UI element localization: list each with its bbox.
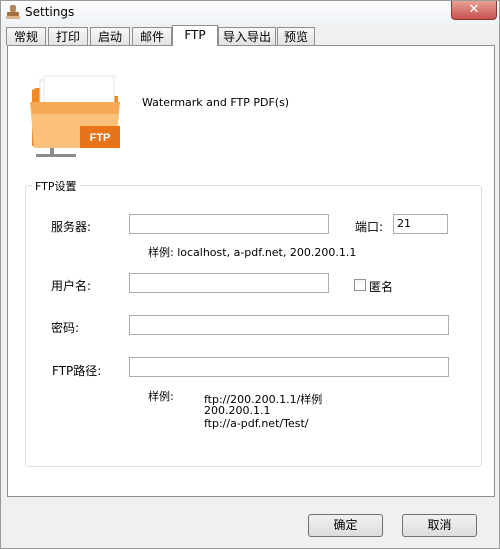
settings-window: Settings ✕ 常规 打印 启动 邮件 FTP 导入导出 预览 FTP W… bbox=[0, 0, 500, 549]
username-label: 用户名: bbox=[51, 279, 92, 293]
ftp-path-label: FTP路径: bbox=[52, 364, 102, 378]
password-label: 密码: bbox=[51, 321, 80, 335]
group-legend: FTP设置 bbox=[32, 178, 80, 194]
app-stamp-icon bbox=[6, 5, 20, 19]
cancel-button[interactable]: 取消 bbox=[402, 514, 477, 537]
title-bar[interactable]: Settings ✕ bbox=[1, 1, 499, 25]
header-description: Watermark and FTP PDF(s) bbox=[142, 96, 290, 109]
username-input[interactable] bbox=[129, 273, 329, 293]
ftp-path-input[interactable] bbox=[129, 357, 449, 377]
ftp-settings-group: FTP设置 服务器: 端口: 21 样例: localhost, a-pdf.n… bbox=[25, 178, 482, 467]
tab-import-export[interactable]: 导入导出 bbox=[218, 27, 276, 45]
tab-startup[interactable]: 启动 bbox=[90, 27, 130, 45]
close-button[interactable]: ✕ bbox=[451, 1, 497, 20]
port-label: 端口: bbox=[355, 220, 384, 234]
tab-preview[interactable]: 预览 bbox=[277, 27, 315, 45]
tab-general[interactable]: 常规 bbox=[6, 27, 46, 45]
tab-mail[interactable]: 邮件 bbox=[132, 27, 172, 45]
path-example-label: 样例: bbox=[148, 390, 174, 403]
ftp-badge-text: FTP bbox=[90, 132, 111, 144]
password-input[interactable] bbox=[129, 315, 449, 335]
tab-ftp[interactable]: FTP bbox=[172, 25, 218, 46]
ftp-folder-icon: FTP bbox=[30, 75, 120, 157]
anonymous-label[interactable]: 匿名 bbox=[369, 278, 393, 295]
server-example: 样例: localhost, a-pdf.net, 200.200.1.1 bbox=[148, 246, 357, 259]
window-title: Settings bbox=[25, 5, 75, 19]
server-label: 服务器: bbox=[51, 220, 92, 234]
path-example-line: 200.200.1.1 bbox=[204, 404, 271, 417]
anonymous-checkbox[interactable] bbox=[354, 279, 366, 291]
tab-print[interactable]: 打印 bbox=[48, 27, 88, 45]
ftp-tab-panel: FTP Watermark and FTP PDF(s) FTP设置 服务器: … bbox=[7, 45, 495, 497]
ok-button[interactable]: 确定 bbox=[308, 514, 383, 537]
port-input[interactable]: 21 bbox=[393, 214, 448, 234]
server-input[interactable] bbox=[129, 214, 329, 234]
path-example-line: ftp://a-pdf.net/Test/ bbox=[204, 417, 309, 430]
